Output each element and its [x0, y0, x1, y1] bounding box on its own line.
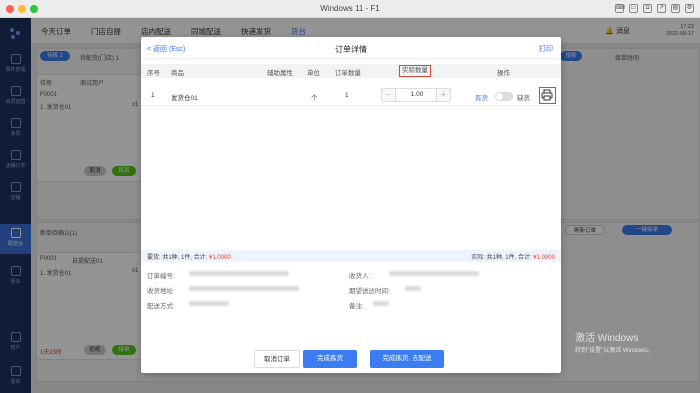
order-no-label: 订单编号:: [147, 273, 175, 280]
actual-amount: ¥1.0000: [533, 255, 555, 261]
actual-summary-text: 实际: 共1种, 1件, 合计:: [471, 255, 534, 261]
order-detail-modal: < 返回 (Esc) 订单详情 打印 序号 商品 辅助属性 单位 订单数量 实际…: [141, 37, 561, 373]
col-unit: 单位: [307, 70, 320, 77]
increment-button[interactable]: +: [436, 89, 450, 101]
modal-title: 订单详情: [335, 45, 367, 54]
actual-summary: 实际: 共1种, 1件, 合计: ¥1.0000: [471, 252, 555, 261]
required-summary: 要货: 共1种, 1件, 合计: ¥1.0000: [147, 252, 231, 261]
delivery-method-value: [189, 301, 229, 306]
expected-time-value: [405, 286, 421, 291]
in-stock-label: 有货: [475, 95, 488, 102]
finish-picking-button[interactable]: 完成拣货: [303, 350, 357, 368]
toggle-knob: [496, 93, 503, 100]
col-order-qty: 订单数量: [335, 70, 361, 77]
actual-qty-input[interactable]: 1.00: [396, 89, 438, 101]
address-value: [189, 286, 299, 291]
modal-header: < 返回 (Esc) 订单详情 打印: [141, 37, 561, 59]
expected-time-label: 期望送达时间:: [349, 288, 390, 295]
decrement-button[interactable]: −: [382, 89, 396, 101]
remark-value: [373, 301, 389, 306]
finish-picking-deliver-button[interactable]: 完成拣货, 去配送: [370, 350, 444, 368]
window-title: Windows 11 - F1: [320, 4, 380, 13]
col-index: 序号: [147, 70, 160, 77]
col-actions: 操作: [497, 70, 510, 77]
order-no-value: [189, 271, 289, 276]
print-link[interactable]: 打印: [539, 44, 553, 54]
items-table-header: 序号 商品 辅助属性 单位 订单数量 实际数量 操作: [141, 64, 561, 78]
share-icon[interactable]: ↗: [657, 4, 666, 13]
delivery-method-label: 配送方式:: [147, 303, 175, 310]
row-product: 发货仓01: [171, 95, 198, 102]
cancel-order-button[interactable]: 取消订单: [254, 350, 300, 368]
watermark-subtitle: 转到"设置"以激活 Windows。: [575, 348, 654, 354]
settings-icon[interactable]: ⚙: [685, 4, 694, 13]
row-index: 1: [151, 92, 155, 99]
summary-bar: 要货: 共1种, 1件, 合计: ¥1.0000 实际: 共1种, 1件, 合计…: [141, 250, 561, 262]
table-row: 1 发货仓01 个 1 − 1.00 + 有货 缺货: [141, 84, 561, 106]
col-actual-qty: 实际数量: [399, 65, 431, 77]
remark-label: 备注:: [349, 303, 364, 310]
window-titlebar: Windows 11 - F1 ⌨ ▭ ◘ ↗ ▤ ⚙: [0, 0, 700, 18]
required-amount: ¥1.0000: [209, 255, 231, 261]
actual-qty-stepper: − 1.00 +: [381, 88, 451, 102]
folder-icon[interactable]: ▤: [671, 4, 680, 13]
required-summary-text: 要货: 共1种, 1件, 合计:: [147, 255, 210, 261]
display-icon[interactable]: ▭: [629, 4, 638, 13]
print-row-button[interactable]: [539, 87, 556, 104]
address-label: 收货地址:: [147, 288, 175, 295]
out-of-stock-label: 缺货: [517, 95, 530, 102]
windows-activation-watermark: 激活 Windows 转到"设置"以激活 Windows。: [575, 333, 653, 357]
receiver-value: [389, 271, 479, 276]
titlebar-toolbar: ⌨ ▭ ◘ ↗ ▤ ⚙: [615, 4, 694, 13]
row-order-qty: 1: [345, 92, 349, 99]
receiver-label: 收货人:: [349, 273, 371, 280]
watermark-title: 激活 Windows: [575, 333, 639, 344]
row-unit: 个: [311, 95, 318, 102]
stock-toggle[interactable]: [495, 92, 513, 101]
col-attribute: 辅助属性: [267, 70, 293, 77]
lock-icon[interactable]: ◘: [643, 4, 652, 13]
keyboard-icon[interactable]: ⌨: [615, 4, 625, 13]
col-product: 商品: [171, 70, 184, 77]
printer-icon: [541, 89, 553, 101]
